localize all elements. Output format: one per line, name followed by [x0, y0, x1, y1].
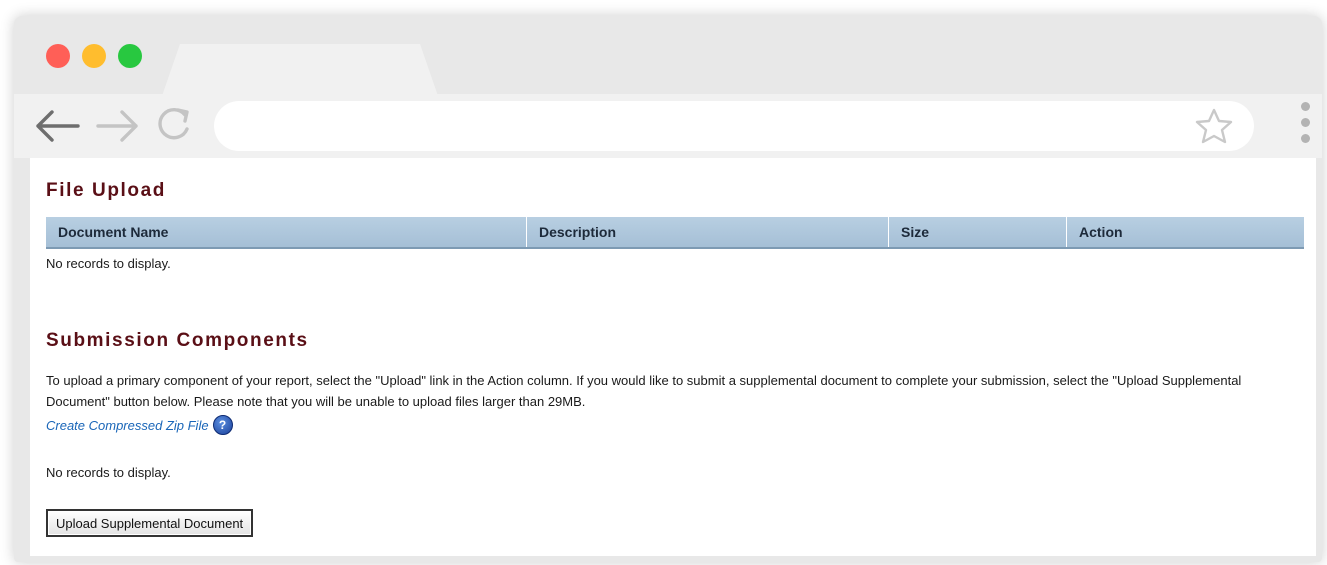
upload-supplemental-document-button[interactable]: Upload Supplemental Document [46, 509, 254, 537]
menu-kebab-icon[interactable] [1301, 102, 1310, 143]
forward-arrow-icon[interactable] [94, 109, 142, 143]
submission-instructions: To upload a primary component of your re… [46, 373, 1242, 409]
minimize-window-button[interactable] [82, 44, 106, 68]
back-arrow-icon[interactable] [32, 109, 82, 143]
column-document-name[interactable]: Document Name [46, 217, 527, 247]
file-grid-empty-message: No records to display. [46, 256, 171, 271]
column-description[interactable]: Description [527, 217, 889, 247]
create-zip-link-label: Create Compressed Zip File [46, 417, 209, 433]
help-icon[interactable]: ? [212, 415, 233, 435]
star-icon[interactable] [1194, 107, 1234, 145]
create-zip-link[interactable]: Create Compressed Zip File ? [46, 415, 233, 435]
window-controls [46, 44, 142, 68]
column-action[interactable]: Action [1067, 217, 1304, 247]
browser-tab[interactable] [162, 44, 438, 96]
page-content: File Upload Document Name Description Si… [30, 158, 1316, 556]
file-grid-header: Document Name Description Size Action [46, 217, 1304, 249]
submission-empty-message: No records to display. [46, 465, 171, 480]
maximize-window-button[interactable] [118, 44, 142, 68]
address-bar[interactable] [214, 101, 1254, 151]
browser-window: File Upload Document Name Description Si… [14, 16, 1322, 562]
submission-components-title: Submission Components [46, 330, 309, 351]
column-size[interactable]: Size [889, 217, 1067, 247]
close-window-button[interactable] [46, 44, 70, 68]
reload-icon[interactable] [154, 106, 192, 144]
file-upload-title: File Upload [46, 180, 166, 201]
